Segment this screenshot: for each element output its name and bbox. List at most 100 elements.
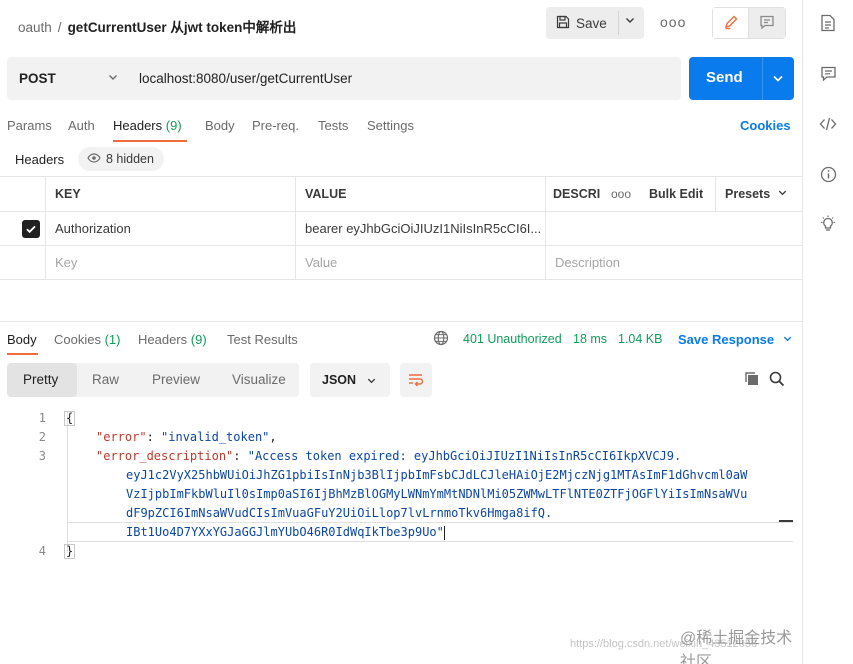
active-response-tab-indicator bbox=[7, 353, 38, 355]
watermark-text: @稀土掘金技术社区 bbox=[680, 630, 793, 664]
method-selector[interactable]: POST bbox=[19, 71, 56, 86]
format-visualize[interactable]: Visualize bbox=[232, 372, 286, 387]
chevron-down-icon[interactable] bbox=[107, 71, 119, 86]
tab-settings[interactable]: Settings bbox=[367, 118, 414, 133]
wrap-lines-button[interactable] bbox=[400, 363, 432, 397]
description-placeholder[interactable]: Description bbox=[555, 246, 620, 279]
key-placeholder[interactable]: Key bbox=[55, 246, 77, 279]
table-row-empty: Key Value Description bbox=[0, 245, 802, 280]
table-header-row: KEY VALUE DESCRI ooo Bulk Edit Presets bbox=[0, 176, 802, 211]
hidden-headers-toggle[interactable]: 8 hidden bbox=[78, 147, 164, 171]
column-divider bbox=[545, 212, 546, 245]
tab-auth[interactable]: Auth bbox=[68, 118, 95, 133]
chevron-down-icon[interactable] bbox=[771, 71, 785, 88]
column-header-description: DESCRI bbox=[553, 187, 601, 201]
response-tab-test-results[interactable]: Test Results bbox=[227, 332, 298, 347]
line-number: 2 bbox=[38, 430, 46, 444]
header-enabled-checkbox[interactable] bbox=[22, 220, 40, 238]
lightbulb-icon[interactable] bbox=[817, 213, 839, 235]
table-row: Authorization bearer eyJhbGciOiJIUzI1NiI… bbox=[0, 211, 802, 245]
presets-dropdown[interactable]: Presets bbox=[725, 177, 788, 211]
comment-mode-button[interactable] bbox=[749, 8, 785, 38]
more-actions-icon[interactable]: ooo bbox=[611, 177, 631, 211]
tab-pre-request[interactable]: Pre-req. bbox=[252, 118, 299, 133]
comments-icon[interactable] bbox=[817, 62, 839, 84]
column-header-key: KEY bbox=[55, 187, 81, 201]
column-divider bbox=[545, 177, 546, 211]
presets-label: Presets bbox=[725, 187, 771, 201]
more-actions-icon[interactable]: ooo bbox=[660, 14, 686, 30]
response-size[interactable]: 1.04 KB bbox=[618, 332, 662, 346]
right-sidebar bbox=[802, 0, 853, 664]
column-divider bbox=[45, 246, 46, 279]
json-value-error: "invalid_token" bbox=[161, 430, 270, 444]
column-divider bbox=[45, 212, 46, 245]
save-button[interactable]: Save bbox=[546, 7, 644, 39]
send-label: Send bbox=[706, 69, 743, 86]
url-bar: POST localhost:8080/user/getCurrentUser bbox=[7, 57, 681, 100]
tab-headers-count: (9) bbox=[165, 118, 182, 133]
header-value-cell[interactable]: bearer eyJhbGciOiJIUzI1NiIsInR5cCI6I... bbox=[305, 212, 541, 245]
json-value-line: VzIjpbImFkbWluIl0sImp0aSI6IjBhMzBlOGMyLW… bbox=[126, 487, 748, 501]
documentation-icon[interactable] bbox=[817, 12, 839, 34]
value-placeholder[interactable]: Value bbox=[305, 246, 337, 279]
response-tab-headers[interactable]: Headers (9) bbox=[138, 332, 207, 347]
wrap-lines-icon bbox=[407, 371, 425, 390]
send-button[interactable]: Send bbox=[689, 57, 794, 100]
column-divider bbox=[295, 212, 296, 245]
format-type-select[interactable]: JSON bbox=[310, 363, 390, 397]
chevron-down-icon bbox=[366, 374, 377, 389]
response-tab-body[interactable]: Body bbox=[7, 332, 37, 347]
tab-body[interactable]: Body bbox=[205, 118, 235, 133]
response-tab-headers-count: (9) bbox=[190, 332, 207, 347]
column-divider bbox=[715, 177, 716, 211]
response-time[interactable]: 18 ms bbox=[573, 332, 607, 346]
bulk-edit-button[interactable]: Bulk Edit bbox=[649, 177, 703, 211]
cookies-link[interactable]: Cookies bbox=[740, 118, 791, 133]
main-panel: oauth / getCurrentUser 从jwt token中解析出 Save… bbox=[0, 0, 802, 664]
json-value-line: eyJ1c2VyX25hbWUiOiJhZG1pbiIsInNjb3BlIjpb… bbox=[126, 468, 748, 482]
save-icon bbox=[556, 15, 570, 32]
format-tabs: Pretty Raw Preview Visualize bbox=[7, 363, 299, 397]
globe-icon[interactable] bbox=[433, 330, 449, 349]
column-header-value: VALUE bbox=[305, 187, 347, 201]
format-preview[interactable]: Preview bbox=[152, 372, 200, 387]
column-divider bbox=[295, 177, 296, 211]
format-pretty[interactable]: Pretty bbox=[23, 372, 58, 387]
tab-tests[interactable]: Tests bbox=[318, 118, 348, 133]
breadcrumb-collection[interactable]: oauth bbox=[18, 20, 52, 35]
save-label: Save bbox=[576, 15, 607, 31]
format-raw[interactable]: Raw bbox=[92, 372, 119, 387]
text-cursor bbox=[443, 525, 445, 540]
tab-headers[interactable]: Headers (9) bbox=[113, 118, 182, 133]
response-tab-cookies[interactable]: Cookies (1) bbox=[54, 332, 120, 347]
hidden-headers-count: 8 hidden bbox=[106, 152, 154, 166]
chevron-down-icon bbox=[777, 187, 788, 201]
column-divider bbox=[545, 246, 546, 279]
copy-icon[interactable] bbox=[744, 371, 760, 390]
search-icon[interactable] bbox=[769, 371, 785, 390]
chevron-down-icon[interactable] bbox=[624, 14, 636, 29]
breadcrumb-separator: / bbox=[57, 20, 62, 35]
headers-section-title: Headers bbox=[15, 152, 65, 167]
active-tab-indicator bbox=[113, 140, 187, 142]
code-line-error: "error": "invalid_token", bbox=[96, 430, 277, 444]
tab-params[interactable]: Params bbox=[7, 118, 52, 133]
scrollbar-thumb[interactable] bbox=[779, 520, 793, 522]
response-status[interactable]: 401 Unauthorized bbox=[463, 332, 562, 346]
pane-divider[interactable] bbox=[0, 321, 802, 322]
json-value-line: IBt1Uo4D7YXxYGJaGGJlmYUbO46R0IdWqIkTbe3p… bbox=[126, 525, 444, 539]
json-key-error-description: "error_description" bbox=[96, 449, 234, 463]
url-input[interactable]: localhost:8080/user/getCurrentUser bbox=[139, 71, 352, 86]
code-icon[interactable] bbox=[817, 113, 839, 135]
breadcrumb: oauth / getCurrentUser 从jwt token中解析出 bbox=[18, 16, 296, 36]
response-tab-cookies-label: Cookies bbox=[54, 332, 101, 347]
edit-mode-button[interactable] bbox=[713, 8, 749, 38]
save-response-dropdown[interactable]: Save Response bbox=[678, 332, 793, 347]
header-key-cell[interactable]: Authorization bbox=[55, 212, 131, 245]
code-close-brace: } bbox=[64, 544, 76, 559]
request-title[interactable]: getCurrentUser 从jwt token中解析出 bbox=[68, 20, 297, 35]
line-number: 4 bbox=[38, 544, 46, 558]
info-icon[interactable] bbox=[817, 163, 839, 185]
comment-icon bbox=[759, 14, 775, 33]
